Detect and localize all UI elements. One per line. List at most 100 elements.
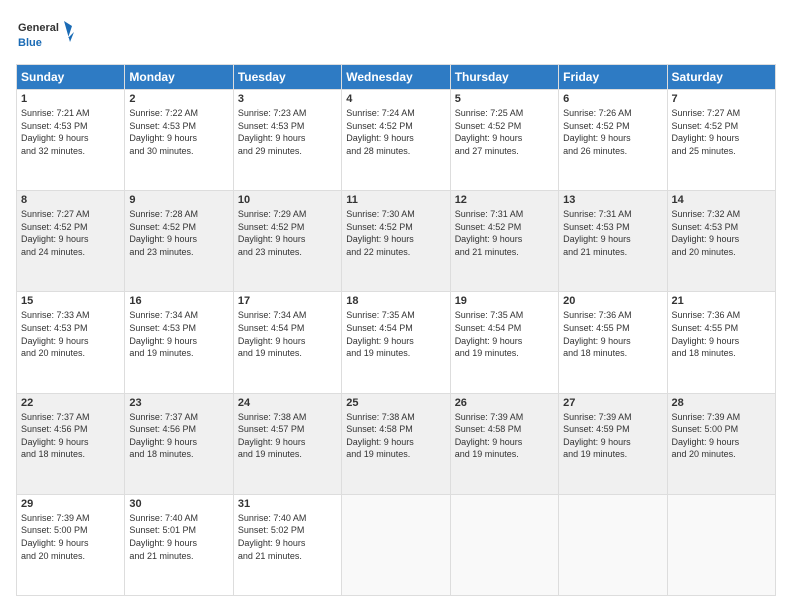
- calendar-day-cell: 20 Sunrise: 7:36 AMSunset: 4:55 PMDayligh…: [559, 292, 667, 393]
- calendar-day-cell: 1 Sunrise: 7:21 AMSunset: 4:53 PMDaylight…: [17, 90, 125, 191]
- day-info: Sunrise: 7:29 AMSunset: 4:52 PMDaylight:…: [238, 208, 337, 258]
- day-info: Sunrise: 7:35 AMSunset: 4:54 PMDaylight:…: [455, 309, 554, 359]
- day-number: 16: [129, 295, 228, 307]
- calendar-day-cell: 16Sunrise: 7:34 AMSunset: 4:53 PMDayligh…: [125, 292, 233, 393]
- calendar-day-cell: 22Sunrise: 7:37 AMSunset: 4:56 PMDayligh…: [17, 393, 125, 494]
- calendar-day-cell: 6 Sunrise: 7:26 AMSunset: 4:52 PMDaylight…: [559, 90, 667, 191]
- calendar-day-cell: [342, 494, 450, 595]
- day-info: Sunrise: 7:33 AMSunset: 4:53 PMDaylight:…: [21, 309, 120, 359]
- day-info: Sunrise: 7:37 AMSunset: 4:56 PMDaylight:…: [21, 411, 120, 461]
- day-number: 24: [238, 397, 337, 409]
- day-number: 17: [238, 295, 337, 307]
- day-info: Sunrise: 7:38 AMSunset: 4:57 PMDaylight:…: [238, 411, 337, 461]
- calendar-day-header: Wednesday: [342, 65, 450, 90]
- day-info: Sunrise: 7:37 AMSunset: 4:56 PMDaylight:…: [129, 411, 228, 461]
- calendar-day-header: Sunday: [17, 65, 125, 90]
- day-number: 6: [563, 93, 662, 105]
- calendar-day-cell: 14 Sunrise: 7:32 AMSunset: 4:53 PMDayligh…: [667, 191, 775, 292]
- day-number: 14: [672, 194, 771, 206]
- calendar-day-cell: 2Sunrise: 7:22 AMSunset: 4:53 PMDaylight…: [125, 90, 233, 191]
- day-info: Sunrise: 7:28 AMSunset: 4:52 PMDaylight:…: [129, 208, 228, 258]
- calendar-day-cell: 28Sunrise: 7:39 AMSunset: 5:00 PMDayligh…: [667, 393, 775, 494]
- calendar-day-cell: 24 Sunrise: 7:38 AMSunset: 4:57 PMDayligh…: [233, 393, 341, 494]
- day-info: Sunrise: 7:21 AMSunset: 4:53 PMDaylight:…: [21, 107, 120, 157]
- day-info: Sunrise: 7:27 AMSunset: 4:52 PMDaylight:…: [672, 107, 771, 157]
- day-info: Sunrise: 7:35 AMSunset: 4:54 PMDaylight:…: [346, 309, 445, 359]
- day-number: 7: [672, 93, 771, 105]
- calendar-day-cell: 9Sunrise: 7:28 AMSunset: 4:52 PMDaylight…: [125, 191, 233, 292]
- day-info: Sunrise: 7:25 AMSunset: 4:52 PMDaylight:…: [455, 107, 554, 157]
- calendar-day-header: Monday: [125, 65, 233, 90]
- header: General Blue: [16, 16, 776, 56]
- svg-text:Blue: Blue: [18, 37, 42, 49]
- calendar-day-cell: 11 Sunrise: 7:30 AMSunset: 4:52 PMDayligh…: [342, 191, 450, 292]
- day-number: 8: [21, 194, 120, 206]
- calendar-day-cell: 18 Sunrise: 7:35 AMSunset: 4:54 PMDayligh…: [342, 292, 450, 393]
- logo: General Blue: [16, 16, 76, 56]
- day-info: Sunrise: 7:40 AMSunset: 5:02 PMDaylight:…: [238, 512, 337, 562]
- day-info: Sunrise: 7:24 AMSunset: 4:52 PMDaylight:…: [346, 107, 445, 157]
- day-number: 5: [455, 93, 554, 105]
- calendar-week-row: 1 Sunrise: 7:21 AMSunset: 4:53 PMDaylight…: [17, 90, 776, 191]
- calendar-day-cell: 27Sunrise: 7:39 AMSunset: 4:59 PMDayligh…: [559, 393, 667, 494]
- calendar-day-cell: 12 Sunrise: 7:31 AMSunset: 4:52 PMDayligh…: [450, 191, 558, 292]
- calendar-day-cell: 26 Sunrise: 7:39 AMSunset: 4:58 PMDayligh…: [450, 393, 558, 494]
- calendar-header-row: SundayMondayTuesdayWednesdayThursdayFrid…: [17, 65, 776, 90]
- calendar-day-cell: 25Sunrise: 7:38 AMSunset: 4:58 PMDayligh…: [342, 393, 450, 494]
- day-number: 4: [346, 93, 445, 105]
- day-number: 11: [346, 194, 445, 206]
- calendar-table: SundayMondayTuesdayWednesdayThursdayFrid…: [16, 64, 776, 596]
- day-number: 18: [346, 295, 445, 307]
- day-number: 26: [455, 397, 554, 409]
- calendar-day-header: Tuesday: [233, 65, 341, 90]
- day-number: 20: [563, 295, 662, 307]
- calendar-day-cell: 30 Sunrise: 7:40 AMSunset: 5:01 PMDayligh…: [125, 494, 233, 595]
- calendar-day-cell: 19 Sunrise: 7:35 AMSunset: 4:54 PMDayligh…: [450, 292, 558, 393]
- calendar-day-cell: 3Sunrise: 7:23 AMSunset: 4:53 PMDaylight…: [233, 90, 341, 191]
- calendar-day-cell: [450, 494, 558, 595]
- calendar-day-cell: [667, 494, 775, 595]
- calendar-day-cell: [559, 494, 667, 595]
- calendar-week-row: 22Sunrise: 7:37 AMSunset: 4:56 PMDayligh…: [17, 393, 776, 494]
- day-info: Sunrise: 7:31 AMSunset: 4:52 PMDaylight:…: [455, 208, 554, 258]
- calendar-day-header: Thursday: [450, 65, 558, 90]
- day-number: 29: [21, 498, 120, 510]
- day-info: Sunrise: 7:34 AMSunset: 4:54 PMDaylight:…: [238, 309, 337, 359]
- calendar-day-cell: 5 Sunrise: 7:25 AMSunset: 4:52 PMDaylight…: [450, 90, 558, 191]
- calendar-day-cell: 13 Sunrise: 7:31 AMSunset: 4:53 PMDayligh…: [559, 191, 667, 292]
- day-info: Sunrise: 7:31 AMSunset: 4:53 PMDaylight:…: [563, 208, 662, 258]
- calendar-day-header: Saturday: [667, 65, 775, 90]
- day-number: 28: [672, 397, 771, 409]
- day-number: 19: [455, 295, 554, 307]
- day-info: Sunrise: 7:32 AMSunset: 4:53 PMDaylight:…: [672, 208, 771, 258]
- day-number: 30: [129, 498, 228, 510]
- day-info: Sunrise: 7:39 AMSunset: 4:58 PMDaylight:…: [455, 411, 554, 461]
- calendar-day-cell: 29 Sunrise: 7:39 AMSunset: 5:00 PMDayligh…: [17, 494, 125, 595]
- day-info: Sunrise: 7:36 AMSunset: 4:55 PMDaylight:…: [672, 309, 771, 359]
- generalblue-logo: General Blue: [16, 16, 76, 56]
- calendar-day-cell: 17 Sunrise: 7:34 AMSunset: 4:54 PMDayligh…: [233, 292, 341, 393]
- day-info: Sunrise: 7:30 AMSunset: 4:52 PMDaylight:…: [346, 208, 445, 258]
- calendar-day-cell: 31 Sunrise: 7:40 AMSunset: 5:02 PMDayligh…: [233, 494, 341, 595]
- day-number: 13: [563, 194, 662, 206]
- day-number: 12: [455, 194, 554, 206]
- day-info: Sunrise: 7:39 AMSunset: 5:00 PMDaylight:…: [21, 512, 120, 562]
- calendar-day-cell: 21Sunrise: 7:36 AMSunset: 4:55 PMDayligh…: [667, 292, 775, 393]
- day-number: 1: [21, 93, 120, 105]
- calendar-week-row: 29 Sunrise: 7:39 AMSunset: 5:00 PMDayligh…: [17, 494, 776, 595]
- calendar-day-cell: 4 Sunrise: 7:24 AMSunset: 4:52 PMDaylight…: [342, 90, 450, 191]
- day-info: Sunrise: 7:26 AMSunset: 4:52 PMDaylight:…: [563, 107, 662, 157]
- calendar-day-cell: 15 Sunrise: 7:33 AMSunset: 4:53 PMDayligh…: [17, 292, 125, 393]
- day-number: 23: [129, 397, 228, 409]
- day-number: 27: [563, 397, 662, 409]
- calendar-week-row: 15 Sunrise: 7:33 AMSunset: 4:53 PMDayligh…: [17, 292, 776, 393]
- day-number: 15: [21, 295, 120, 307]
- day-info: Sunrise: 7:27 AMSunset: 4:52 PMDaylight:…: [21, 208, 120, 258]
- day-number: 31: [238, 498, 337, 510]
- day-info: Sunrise: 7:38 AMSunset: 4:58 PMDaylight:…: [346, 411, 445, 461]
- calendar-day-header: Friday: [559, 65, 667, 90]
- day-info: Sunrise: 7:36 AMSunset: 4:55 PMDaylight:…: [563, 309, 662, 359]
- calendar-day-cell: 23 Sunrise: 7:37 AMSunset: 4:56 PMDayligh…: [125, 393, 233, 494]
- day-number: 3: [238, 93, 337, 105]
- day-info: Sunrise: 7:40 AMSunset: 5:01 PMDaylight:…: [129, 512, 228, 562]
